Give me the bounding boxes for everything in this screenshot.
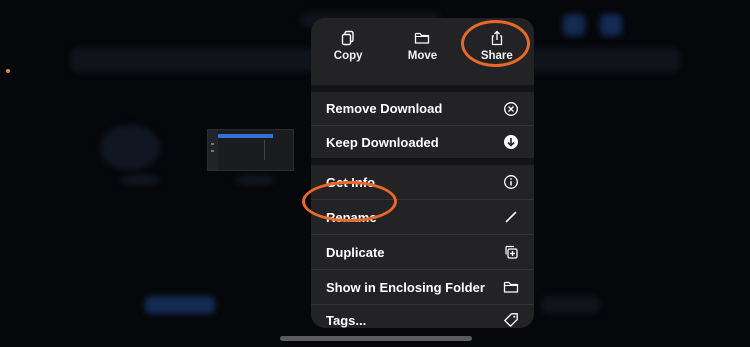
arrow-down-circle-fill-icon xyxy=(504,135,518,149)
duplicate-item[interactable]: Duplicate xyxy=(311,235,534,269)
bg-tab-button xyxy=(540,296,600,314)
rename-item[interactable]: Rename xyxy=(311,200,534,234)
plus-square-on-square-icon xyxy=(505,245,518,259)
thumbnail-divider xyxy=(264,140,265,160)
copy-button[interactable]: Copy xyxy=(311,18,385,85)
section-divider xyxy=(311,85,534,92)
move-label: Move xyxy=(407,50,438,62)
bg-file-label xyxy=(120,175,160,185)
status-dot xyxy=(6,69,10,73)
get-info-item[interactable]: Get Info xyxy=(311,165,534,199)
show-in-enclosing-folder-item[interactable]: Show in Enclosing Folder xyxy=(311,270,534,304)
share-button[interactable]: Share xyxy=(460,18,534,85)
tag-icon xyxy=(504,313,518,327)
move-button[interactable]: Move xyxy=(385,18,459,85)
share-label: Share xyxy=(480,50,513,62)
quick-actions-row: Copy Move Share xyxy=(311,18,534,85)
bg-toolbar-button xyxy=(600,14,622,36)
keep-downloaded-label: Keep Downloaded xyxy=(326,134,439,150)
info-circle-icon xyxy=(504,175,518,189)
rename-label: Rename xyxy=(326,209,377,225)
context-menu: Copy Move Share Remove Download Keep Dow… xyxy=(311,18,534,328)
remove-download-item[interactable]: Remove Download xyxy=(311,92,534,125)
thumbnail-line xyxy=(211,143,214,145)
get-info-label: Get Info xyxy=(326,174,376,190)
bg-file-icon xyxy=(100,125,160,170)
duplicate-label: Duplicate xyxy=(326,244,385,260)
doc-on-doc-icon xyxy=(341,30,354,46)
square-arrow-up-icon xyxy=(491,30,502,46)
bg-tab-button xyxy=(145,296,215,314)
home-indicator[interactable] xyxy=(280,336,472,341)
keep-downloaded-item[interactable]: Keep Downloaded xyxy=(311,126,534,158)
thumbnail-selection xyxy=(218,134,273,138)
folder-icon xyxy=(415,32,430,44)
pencil-icon xyxy=(505,211,517,223)
x-circle-icon xyxy=(504,101,518,116)
thumbnail-line xyxy=(211,150,214,152)
copy-label: Copy xyxy=(333,50,363,62)
folder-icon xyxy=(503,281,519,293)
remove-download-label: Remove Download xyxy=(326,101,443,116)
bg-file-label xyxy=(235,175,275,185)
tags-label: Tags... xyxy=(326,312,367,328)
file-thumbnail xyxy=(207,129,294,171)
tags-item[interactable]: Tags... xyxy=(311,305,534,328)
section-divider xyxy=(311,158,534,165)
bg-toolbar-button xyxy=(563,14,585,36)
show-in-enclosing-folder-label: Show in Enclosing Folder xyxy=(326,279,485,295)
